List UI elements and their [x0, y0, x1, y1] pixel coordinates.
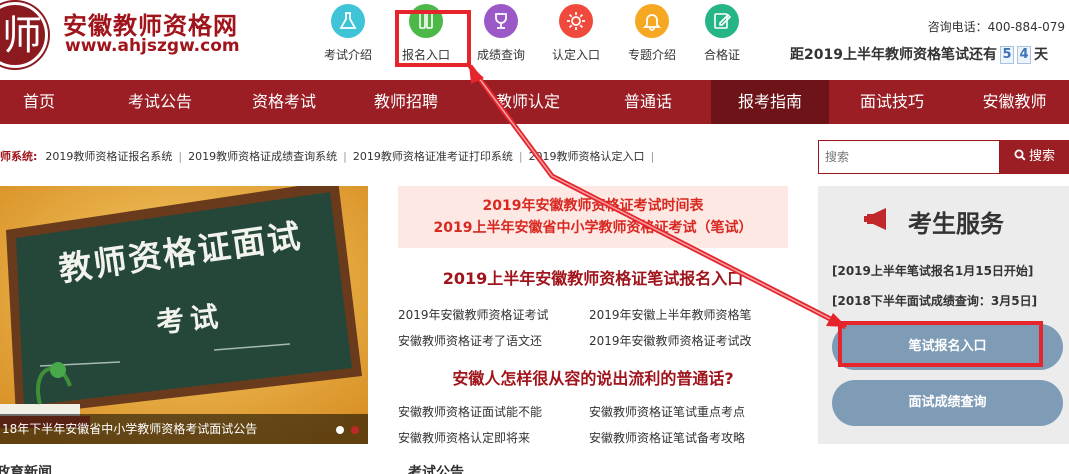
arrow-line	[467, 64, 848, 330]
arrow-line-highlight	[469, 65, 847, 328]
annotation-arrows	[467, 64, 848, 330]
